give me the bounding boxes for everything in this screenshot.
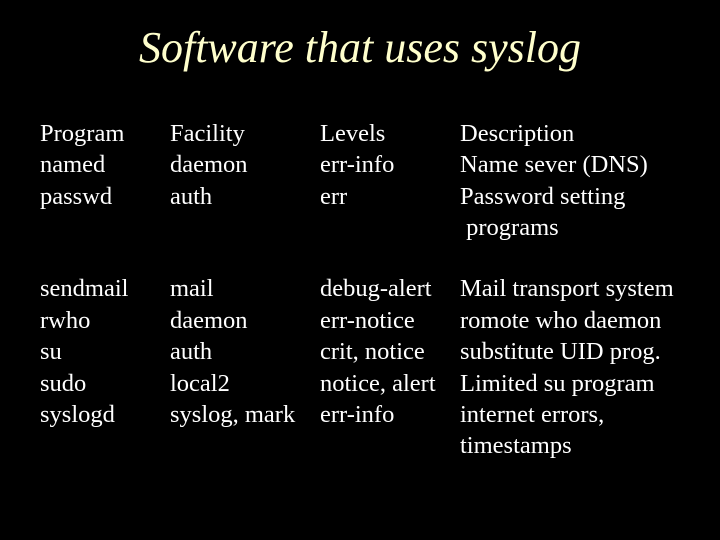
cell-program: passwd [40,181,170,244]
cell-facility: syslog, mark [170,399,320,462]
cell-description: Mail transport system [460,273,680,304]
spacer [170,243,320,273]
cell-program: rwho [40,305,170,336]
column-header-program: Program [40,118,170,149]
spacer [460,243,680,273]
cell-description: substitute UID prog. [460,336,680,367]
cell-levels: err-info [320,399,460,462]
slide-title: Software that uses syslog [0,0,720,83]
cell-description: Name sever (DNS) [460,149,680,180]
cell-levels: err-info [320,149,460,180]
cell-levels: err [320,181,460,244]
cell-program: sendmail [40,273,170,304]
cell-description: Limited su program [460,368,680,399]
column-header-facility: Facility [170,118,320,149]
cell-levels: notice, alert [320,368,460,399]
cell-facility: auth [170,181,320,244]
slide: Software that uses syslog Program Facili… [0,0,720,540]
cell-program: named [40,149,170,180]
cell-facility: mail [170,273,320,304]
column-header-levels: Levels [320,118,460,149]
cell-levels: debug-alert [320,273,460,304]
cell-facility: local2 [170,368,320,399]
cell-levels: err-notice [320,305,460,336]
cell-description: romote who daemon [460,305,680,336]
cell-description: Password setting programs [460,181,680,244]
column-header-description: Description [460,118,680,149]
cell-program: sudo [40,368,170,399]
cell-facility: daemon [170,305,320,336]
cell-facility: daemon [170,149,320,180]
cell-levels: crit, notice [320,336,460,367]
spacer [40,243,170,273]
cell-program: syslogd [40,399,170,462]
cell-description: internet errors, timestamps [460,399,680,462]
slide-body: Program Facility Levels Description name… [0,83,720,462]
spacer [320,243,460,273]
syslog-table: Program Facility Levels Description name… [40,118,680,462]
cell-program: su [40,336,170,367]
cell-facility: auth [170,336,320,367]
